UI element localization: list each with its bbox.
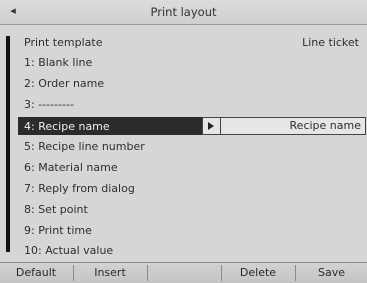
list-item[interactable]: 5: Recipe line number [18,137,367,157]
list-item[interactable]: 7: Reply from dialog [18,179,367,199]
list-item-label: 6: Material name [24,161,118,174]
list-item-label: 9: Print time [24,224,92,237]
list-item-label: 1: Blank line [24,56,93,69]
delete-button[interactable]: Delete [222,263,294,283]
list-item-label: 2: Order name [24,77,105,90]
field-value-select[interactable]: Recipe name [220,117,366,135]
list-item[interactable]: 10: Actual value [18,241,367,261]
list-item-label: 5: Recipe line number [24,140,145,153]
selected-highlight[interactable]: 4: Recipe name [18,117,202,135]
field-value-text: Recipe name [289,119,361,132]
list-item[interactable]: 2: Order name [18,74,367,94]
softkey-empty[interactable] [148,263,220,283]
default-button[interactable]: Default [0,263,72,283]
save-button[interactable]: Save [296,263,367,283]
list-item[interactable]: 9: Print time [18,221,367,241]
list-item[interactable]: 1: Blank line [18,53,367,73]
print-layout-screen: ◂ Print layout Print template Line ticke… [0,0,367,283]
scroll-indicator[interactable] [6,36,10,252]
list-item-label: 7: Reply from dialog [24,182,135,195]
print-template-value[interactable]: Line ticket [302,33,359,53]
list-item-selected[interactable]: 4: Recipe name Recipe name [18,116,367,136]
list-item[interactable]: 6: Material name [18,158,367,178]
list-item[interactable]: 3: --------- [18,95,367,115]
title-bar: ◂ Print layout [0,0,367,25]
list-item-label: 4: Recipe name [24,120,110,133]
print-template-row[interactable]: Print template Line ticket [18,33,367,53]
dropdown-arrow-icon[interactable] [202,117,221,135]
insert-button[interactable]: Insert [74,263,146,283]
list-item-label: 10: Actual value [24,244,114,257]
list-item-label: 3: --------- [24,98,74,111]
softkey-bar: Default Insert Delete Save [0,262,367,283]
print-template-label: Print template [24,36,103,49]
page-title: Print layout [150,5,217,19]
list-item-label: 8: Set point [24,203,88,216]
list-item[interactable]: 8: Set point [18,200,367,220]
